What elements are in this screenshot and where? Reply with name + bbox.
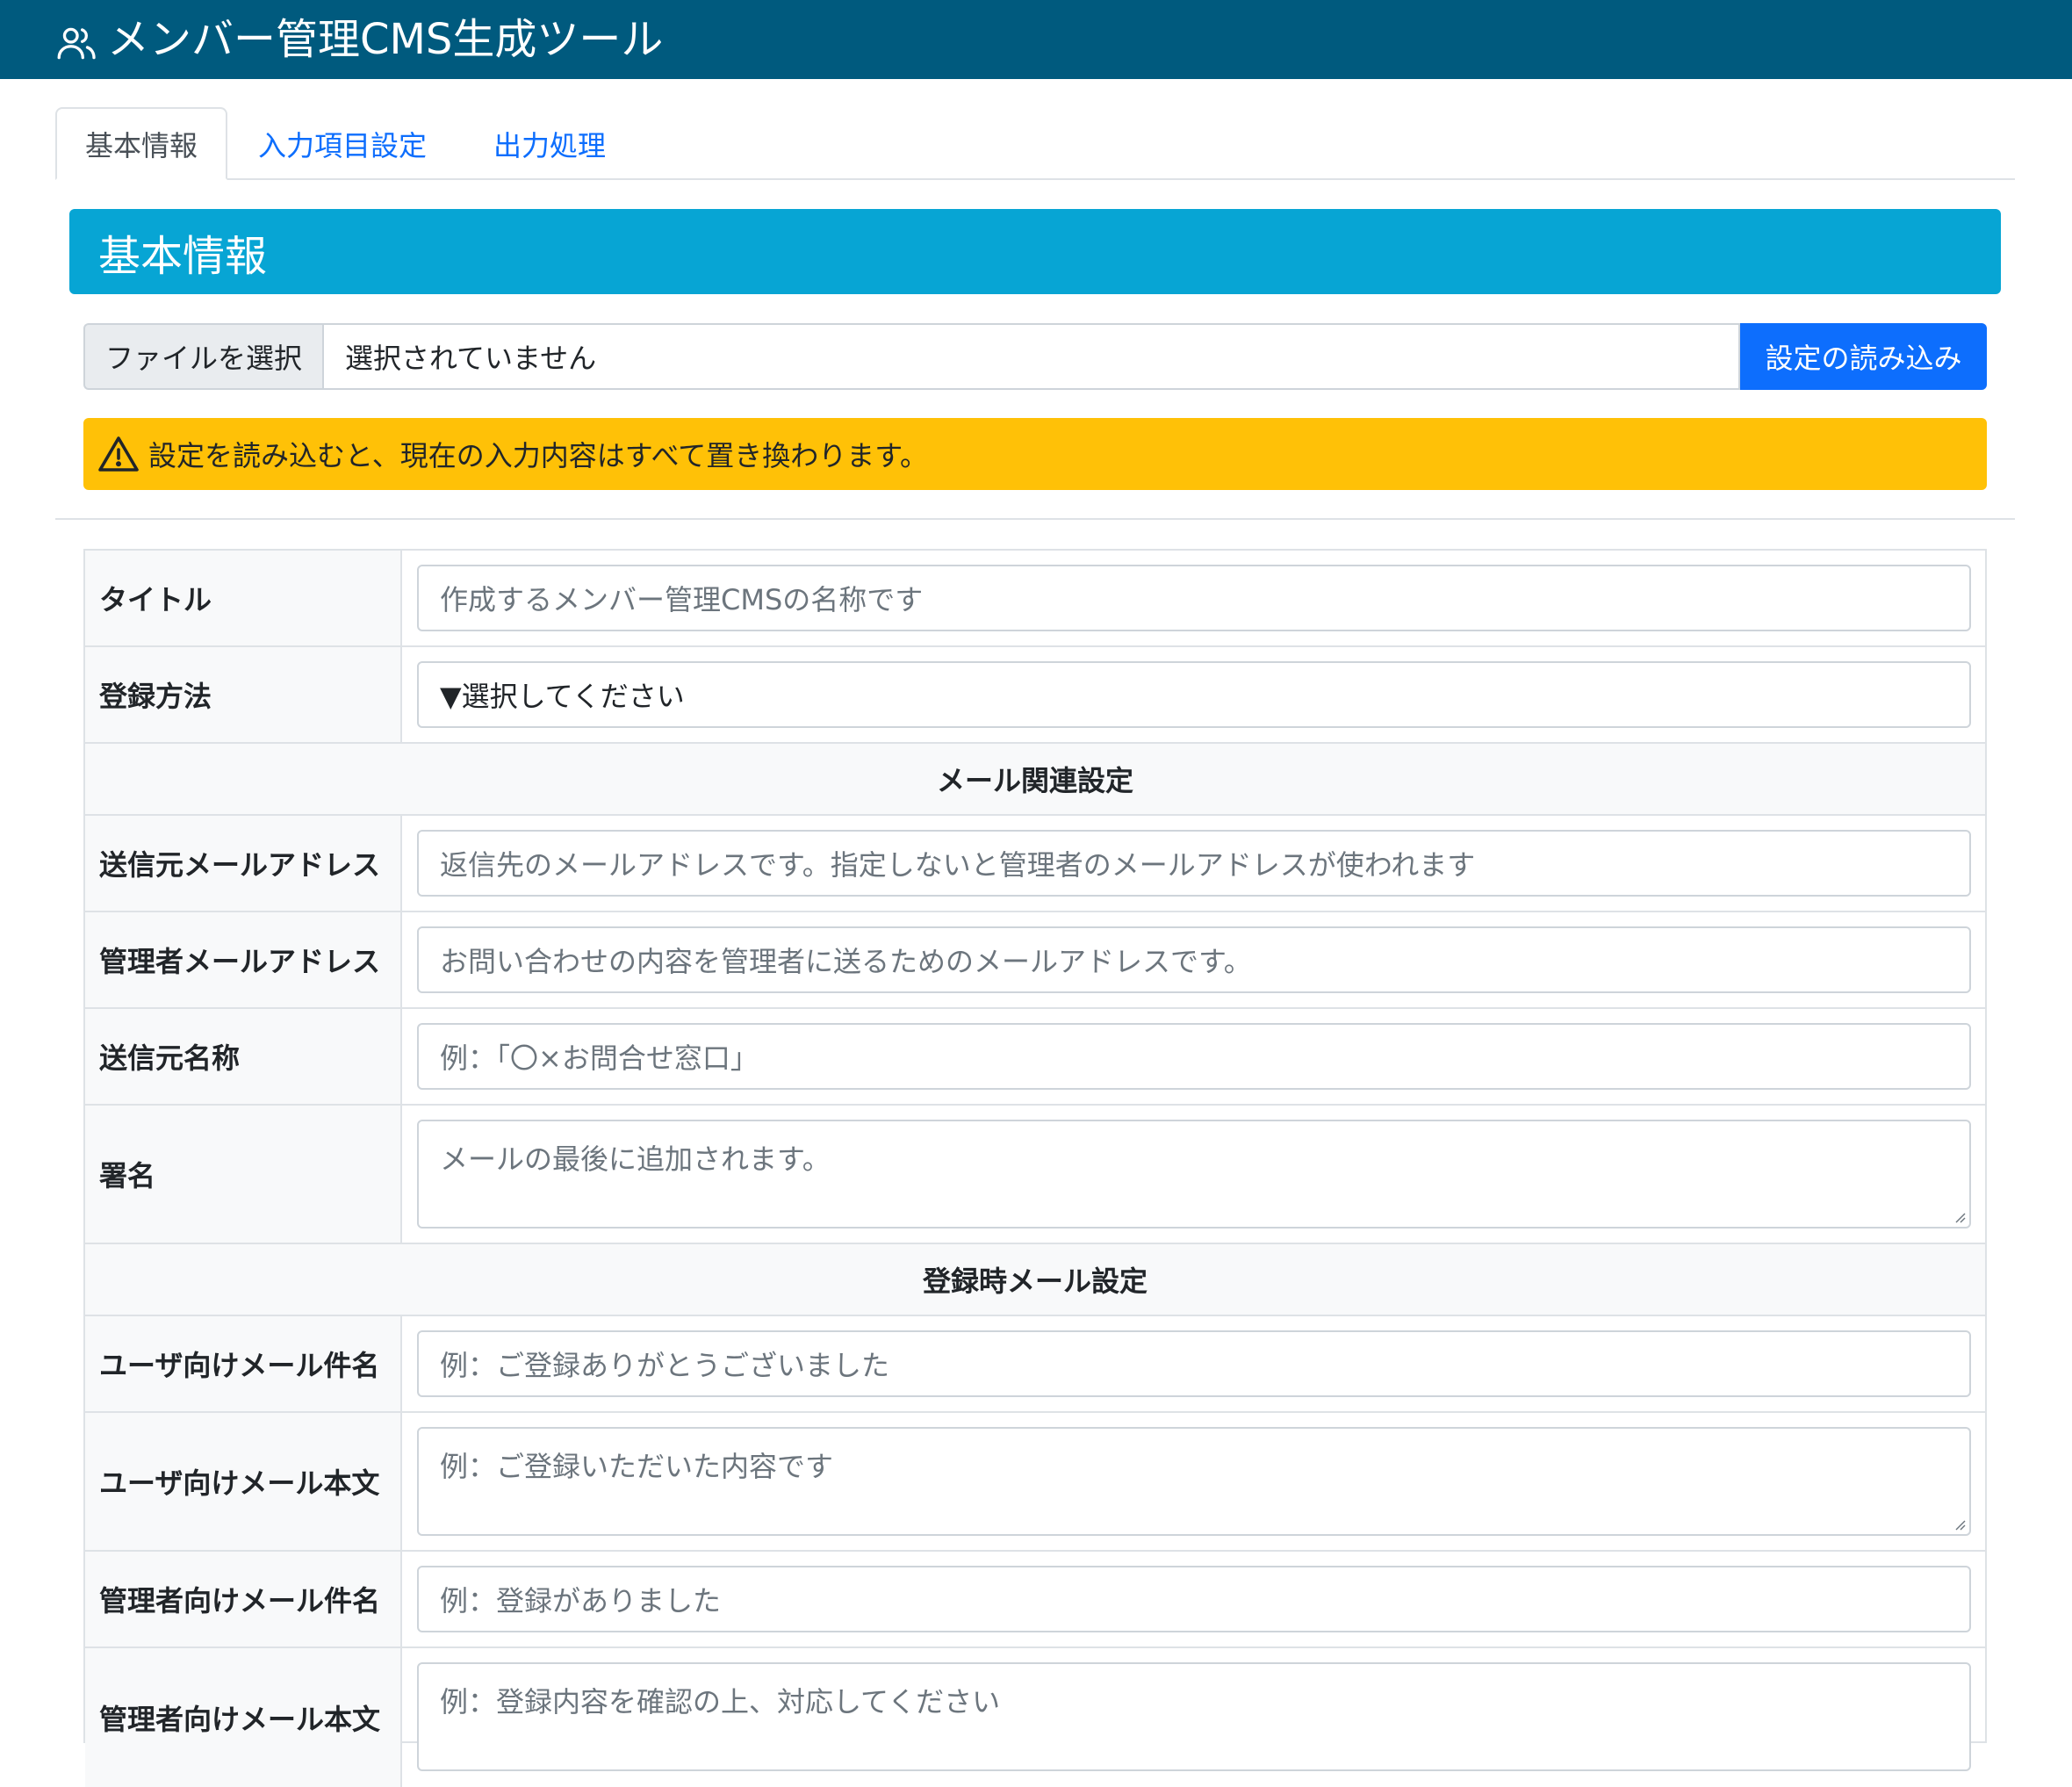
- admin-body-label: 管理者向けメール本文: [85, 1648, 402, 1787]
- load-settings-button[interactable]: 設定の読み込み: [1740, 323, 1987, 390]
- section-title: 基本情報: [69, 209, 2001, 294]
- from-address-label: 送信元メールアドレス: [85, 816, 402, 911]
- table-row-signature: 署名 メールの最後に追加されます。: [85, 1106, 1985, 1244]
- tab-input-fields[interactable]: 入力項目設定: [227, 107, 457, 180]
- from-name-label: 送信元名称: [85, 1009, 402, 1104]
- table-row-from-address: 送信元メールアドレス 返信先のメールアドレスです。指定しないと管理者のメールアド…: [85, 816, 1985, 912]
- from-address-input[interactable]: 返信先のメールアドレスです。指定しないと管理者のメールアドレスが使われます: [417, 830, 1971, 897]
- divider: [55, 518, 2015, 520]
- signature-textarea[interactable]: メールの最後に追加されます。: [417, 1120, 1971, 1229]
- user-body-placeholder: 例：ご登録いただいた内容です: [440, 1450, 834, 1483]
- registration-mail-header: 登録時メール設定: [85, 1244, 1985, 1316]
- alert-message: 設定を読み込むと、現在の入力内容はすべて置き換わります。: [148, 439, 929, 472]
- registration-method-label: 登録方法: [85, 647, 402, 742]
- table-row-registration: 登録方法 ▼選択してください: [85, 647, 1985, 744]
- file-input-group: ファイルを選択 選択されていません 設定の読み込み: [83, 323, 1987, 390]
- resize-grip-icon[interactable]: [1953, 1518, 1966, 1531]
- table-row-from-name: 送信元名称 例：「〇×お問合せ窓口」: [85, 1009, 1985, 1106]
- tab-basic-info[interactable]: 基本情報: [55, 107, 227, 180]
- users-icon: [54, 21, 98, 65]
- admin-address-input[interactable]: お問い合わせの内容を管理者に送るためのメールアドレスです。: [417, 926, 1971, 993]
- title-input[interactable]: 作成するメンバー管理CMSの名称です: [417, 565, 1971, 631]
- mail-settings-header: メール関連設定: [85, 744, 1985, 816]
- table-row-user-body: ユーザ向けメール本文 例：ご登録いただいた内容です: [85, 1413, 1985, 1552]
- from-name-input[interactable]: 例：「〇×お問合せ窓口」: [417, 1023, 1971, 1090]
- table-row-admin-address: 管理者メールアドレス お問い合わせの内容を管理者に送るためのメールアドレスです。: [85, 912, 1985, 1009]
- admin-body-textarea[interactable]: 例：登録内容を確認の上、対応してください: [417, 1662, 1971, 1771]
- tab-bar: 基本情報 入力項目設定 出力処理: [55, 107, 2015, 180]
- signature-placeholder: メールの最後に追加されます。: [440, 1142, 831, 1176]
- tab-output[interactable]: 出力処理: [457, 107, 642, 180]
- resize-grip-icon[interactable]: [1953, 1211, 1966, 1223]
- admin-subject-input[interactable]: 例：登録がありました: [417, 1566, 1971, 1632]
- table-row-admin-body: 管理者向けメール本文 例：登録内容を確認の上、対応してください: [85, 1648, 1985, 1787]
- warning-alert: 設定を読み込むと、現在の入力内容はすべて置き換わります。: [83, 418, 1987, 490]
- app-title[interactable]: メンバー管理CMS生成ツール: [107, 18, 663, 61]
- warning-icon: [97, 435, 140, 473]
- user-subject-input[interactable]: 例：ご登録ありがとうございました: [417, 1330, 1971, 1397]
- user-body-label: ユーザ向けメール本文: [85, 1413, 402, 1550]
- signature-label: 署名: [85, 1106, 402, 1243]
- table-row-title: タイトル 作成するメンバー管理CMSの名称です: [85, 551, 1985, 647]
- registration-method-select[interactable]: ▼選択してください: [417, 661, 1971, 728]
- user-body-textarea[interactable]: 例：ご登録いただいた内容です: [417, 1427, 1971, 1536]
- table-row-user-subject: ユーザ向けメール件名 例：ご登録ありがとうございました: [85, 1316, 1985, 1413]
- admin-address-label: 管理者メールアドレス: [85, 912, 402, 1007]
- navbar: メンバー管理CMS生成ツール: [0, 0, 2072, 79]
- user-subject-label: ユーザ向けメール件名: [85, 1316, 402, 1411]
- table-row-admin-subject: 管理者向けメール件名 例：登録がありました: [85, 1552, 1985, 1648]
- settings-form-table: タイトル 作成するメンバー管理CMSの名称です 登録方法 ▼選択してください メ…: [83, 549, 1987, 1787]
- admin-subject-label: 管理者向けメール件名: [85, 1552, 402, 1646]
- file-name-display[interactable]: 選択されていません: [322, 323, 1740, 390]
- admin-body-placeholder: 例：登録内容を確認の上、対応してください: [440, 1685, 1001, 1719]
- choose-file-button[interactable]: ファイルを選択: [83, 323, 322, 390]
- title-label: タイトル: [85, 551, 402, 645]
